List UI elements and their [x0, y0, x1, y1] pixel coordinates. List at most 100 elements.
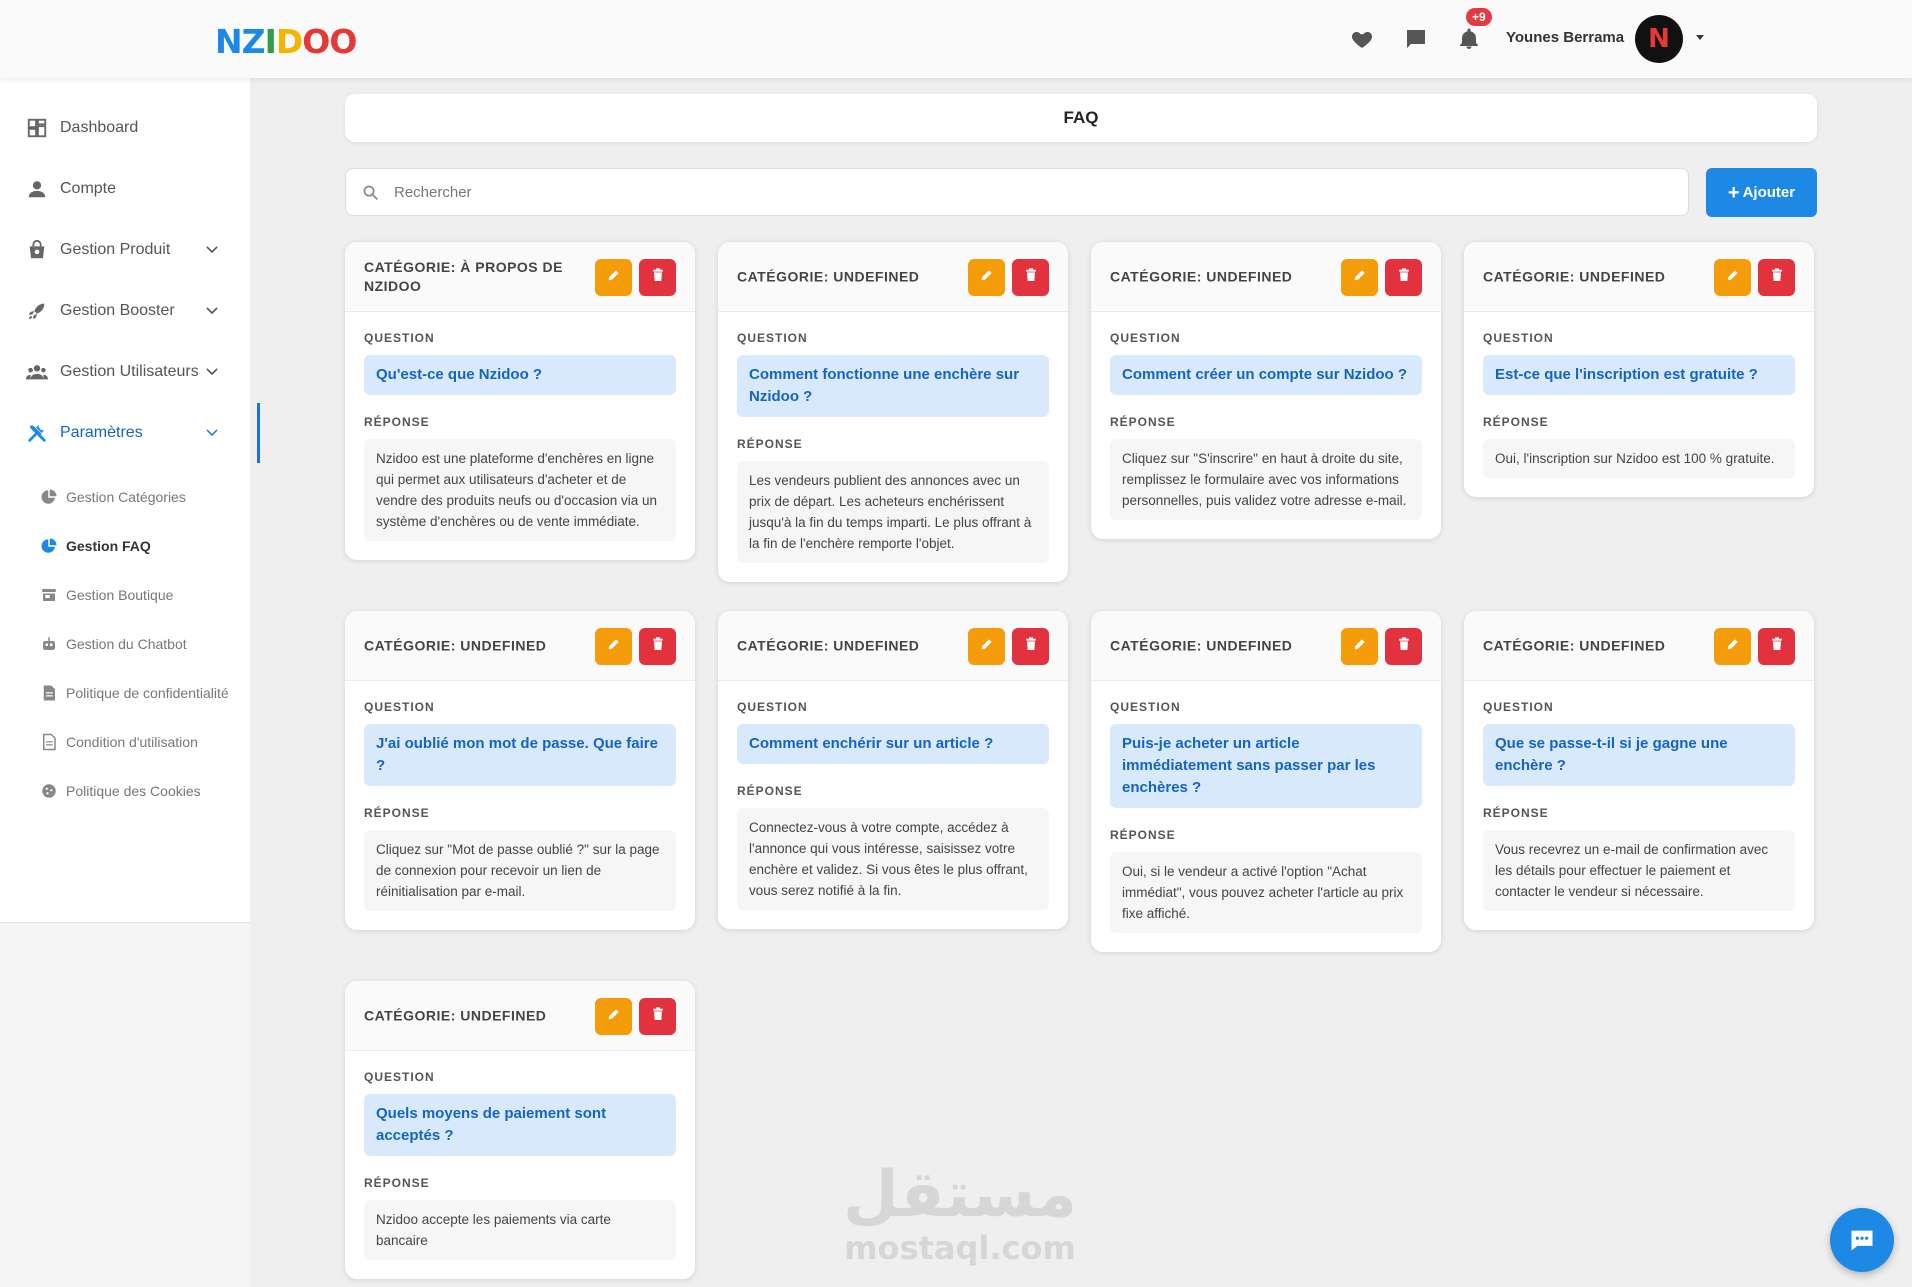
watermark-latin: mostaql.com — [844, 1229, 1076, 1267]
subnav-item-gestion-du-chatbot[interactable]: Gestion du Chatbot — [0, 624, 250, 664]
faq-category: CATÉGORIE: UNDEFINED — [737, 268, 920, 284]
faq-answer: Oui, l'inscription sur Nzidoo est 100 % … — [1483, 439, 1795, 478]
edit-button[interactable] — [1341, 259, 1378, 296]
heart-icon[interactable] — [1350, 27, 1374, 51]
faq-card-body: QUESTION Puis-je acheter un article imméd… — [1091, 681, 1441, 952]
trash-icon — [650, 1006, 666, 1027]
subnav-item-gestion-cat-gories[interactable]: Gestion Catégories — [0, 477, 250, 517]
delete-button[interactable] — [1758, 628, 1795, 665]
question-label: QUESTION — [1483, 331, 1554, 345]
rocket-icon — [26, 300, 48, 322]
faq-card: CATÉGORIE: UNDEFINED QUESTION Puis-je ache… — [1091, 611, 1441, 952]
delete-button[interactable] — [639, 259, 676, 296]
answer-label: RÉPONSE — [1110, 415, 1176, 429]
add-button-label: Ajouter — [1742, 184, 1796, 201]
sidebar-item-label: Paramètres — [60, 424, 143, 441]
delete-button[interactable] — [639, 998, 676, 1035]
faq-card: CATÉGORIE: UNDEFINED QUESTION Comment ench… — [718, 611, 1068, 929]
avatar[interactable]: N — [1635, 15, 1683, 63]
faq-answer: Cliquez sur "Mot de passe oublié ?" sur … — [364, 830, 676, 911]
edit-button[interactable] — [1714, 259, 1751, 296]
delete-button[interactable] — [1385, 259, 1422, 296]
edit-button[interactable] — [968, 628, 1005, 665]
pie-chart-icon — [40, 537, 58, 555]
sidebar-item-dashboard[interactable]: Dashboard — [0, 103, 250, 153]
faq-card: CATÉGORIE: À PROPOS DE NZIDOO QUESTION Qu'… — [345, 242, 695, 560]
sidebar-item-gestion-produit[interactable]: Gestion Produit — [0, 225, 250, 275]
edit-button[interactable] — [968, 259, 1005, 296]
subnav-item-politique-de-confidentialit-[interactable]: Politique de confidentialité — [0, 673, 250, 713]
user-menu-caret-icon[interactable] — [1696, 35, 1704, 40]
delete-button[interactable] — [1012, 259, 1049, 296]
subnav-item-label: Gestion FAQ — [66, 538, 151, 554]
sidebar-item-gestion-utilisateurs[interactable]: Gestion Utilisateurs — [0, 347, 250, 397]
sidebar-divider — [258, 78, 259, 922]
document-outline-icon — [40, 733, 58, 751]
subnav-item-label: Gestion du Chatbot — [66, 636, 187, 652]
chat-icon[interactable] — [1404, 27, 1428, 51]
faq-card: CATÉGORIE: UNDEFINED QUESTION Quels moyens… — [345, 981, 695, 1279]
edit-button[interactable] — [595, 628, 632, 665]
faq-question: Comment enchérir sur un article ? — [737, 724, 1049, 764]
sidebar-footer — [0, 922, 250, 1287]
delete-button[interactable] — [1012, 628, 1049, 665]
delete-button[interactable] — [1758, 259, 1795, 296]
faq-card: CATÉGORIE: UNDEFINED QUESTION Comment crée… — [1091, 242, 1441, 539]
faq-card-body: QUESTION Comment enchérir sur un article … — [718, 681, 1068, 929]
sidebar-item-param-tres[interactable]: Paramètres — [0, 408, 250, 458]
faq-question: Comment fonctionne une enchère sur Nzido… — [737, 355, 1049, 417]
username[interactable]: Younes Berrama — [1506, 29, 1624, 46]
faq-category: CATÉGORIE: UNDEFINED — [364, 637, 547, 653]
faq-question: Quels moyens de paiement sont acceptés ? — [364, 1094, 676, 1156]
pie-chart-icon — [40, 488, 58, 506]
bell-icon[interactable] — [1457, 27, 1481, 51]
active-indicator — [257, 403, 260, 463]
sidebar-item-label: Gestion Utilisateurs — [60, 363, 199, 380]
pencil-icon — [606, 636, 622, 657]
question-label: QUESTION — [737, 700, 808, 714]
answer-label: RÉPONSE — [364, 806, 430, 820]
faq-answer: Nzidoo est une plateforme d'enchères en … — [364, 439, 676, 541]
search-box[interactable] — [345, 168, 1689, 216]
faq-card: CATÉGORIE: UNDEFINED QUESTION J'ai oublié … — [345, 611, 695, 930]
delete-button[interactable] — [639, 628, 676, 665]
subnav-item-label: Gestion Catégories — [66, 489, 186, 505]
faq-category: CATÉGORIE: UNDEFINED — [1483, 268, 1666, 284]
edit-button[interactable] — [1714, 628, 1751, 665]
search-icon — [363, 185, 378, 200]
subnav-item-condition-d-utilisation[interactable]: Condition d'utilisation — [0, 722, 250, 762]
subnav-item-politique-des-cookies[interactable]: Politique des Cookies — [0, 771, 250, 811]
faq-card: CATÉGORIE: UNDEFINED QUESTION Est-ce que l… — [1464, 242, 1814, 497]
question-label: QUESTION — [1483, 700, 1554, 714]
faq-category: CATÉGORIE: UNDEFINED — [364, 1007, 547, 1023]
question-label: QUESTION — [364, 700, 435, 714]
page-title-text: FAQ — [1063, 108, 1099, 127]
sidebar-item-gestion-booster[interactable]: Gestion Booster — [0, 286, 250, 336]
subnav-item-label: Condition d'utilisation — [66, 734, 198, 750]
delete-button[interactable] — [1385, 628, 1422, 665]
plus-icon: + — [1727, 181, 1740, 204]
trash-icon — [1769, 636, 1785, 657]
trash-icon — [650, 267, 666, 288]
edit-button[interactable] — [595, 259, 632, 296]
robot-icon — [40, 635, 58, 653]
sidebar-item-label: Gestion Booster — [60, 302, 175, 319]
faq-card: CATÉGORIE: UNDEFINED QUESTION Comment fonc… — [718, 242, 1068, 582]
pencil-icon — [606, 267, 622, 288]
edit-button[interactable] — [595, 998, 632, 1035]
faq-card-header: CATÉGORIE: UNDEFINED — [718, 611, 1068, 681]
faq-card-body: QUESTION Comment fonctionne une enchère s… — [718, 312, 1068, 582]
chatbot-button[interactable] — [1830, 1208, 1894, 1272]
subnav-item-gestion-faq[interactable]: Gestion FAQ — [0, 526, 250, 566]
edit-button[interactable] — [1341, 628, 1378, 665]
add-faq-button[interactable]: + Ajouter — [1706, 168, 1817, 217]
faq-question: Que se passe-t-il si je gagne une enchèr… — [1483, 724, 1795, 786]
search-input[interactable] — [394, 169, 1674, 215]
sidebar-item-compte[interactable]: Compte — [0, 164, 250, 214]
nzidoo-logo[interactable]: NZIDOO — [215, 24, 357, 60]
faq-category: CATÉGORIE: À PROPOS DE NZIDOO — [364, 258, 563, 294]
faq-card: CATÉGORIE: UNDEFINED QUESTION Que se passe… — [1464, 611, 1814, 930]
subnav-item-gestion-boutique[interactable]: Gestion Boutique — [0, 575, 250, 615]
shopping-bag-icon — [26, 239, 48, 261]
trash-icon — [650, 636, 666, 657]
